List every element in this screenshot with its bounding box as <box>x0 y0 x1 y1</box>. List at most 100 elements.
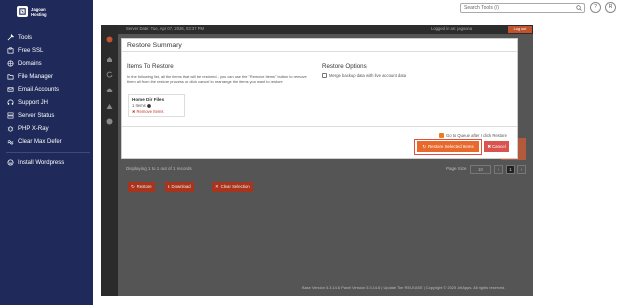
sidebar-item-label: File Manager <box>18 73 54 80</box>
wordpress-icon <box>6 159 14 167</box>
logo-text-2: Hosting <box>31 11 47 17</box>
restore-selected-label: Restore Selected Items <box>428 144 474 149</box>
page-size-select[interactable]: 10 <box>470 165 491 174</box>
logged-in-text: Logged in as: jagoana <box>431 26 473 31</box>
items-description: In the following list, all the items tha… <box>127 74 307 84</box>
sidebar-item-label: Support JH <box>18 99 49 106</box>
modal-title: Restore Summary <box>127 42 182 49</box>
email-icon <box>6 86 14 94</box>
server-icon <box>6 112 14 120</box>
ssl-icon <box>6 47 14 55</box>
sidebar-item-file-manager[interactable]: File Manager <box>6 70 90 83</box>
page-number: 1 <box>509 167 512 172</box>
logo-icon <box>17 6 28 17</box>
sidebar-item-label: Tools <box>18 34 33 41</box>
page-size-label: Page Size <box>446 166 467 171</box>
clear-selection-button[interactable]: ✕ Clear Selection <box>212 182 253 192</box>
card-count: 1 Items <box>132 103 151 108</box>
card-count-label: 1 Items <box>132 103 146 108</box>
page-current[interactable]: 1 <box>506 165 515 174</box>
sidebar-item-install-wordpress[interactable]: Install Wordpress <box>6 156 90 169</box>
search-placeholder: Search Tools (/) <box>464 5 499 11</box>
sidebar-item-server-status[interactable]: Server Status <box>6 109 90 122</box>
server-date: Server Date: Tue, Apr 07, 2026, 03:37 PM <box>126 26 204 31</box>
cpanel-header-strip: Server Date: Tue, Apr 07, 2026, 03:37 PM… <box>118 25 533 34</box>
remove-items-label: Remove Items <box>136 109 164 114</box>
sidebar-item-label: Domains <box>18 60 42 67</box>
merge-option[interactable]: Merge backup data with live account data <box>322 73 406 78</box>
sidebar-item-label: Server Status <box>18 112 55 119</box>
search-input[interactable]: Search Tools (/) <box>460 3 585 13</box>
sidebar-divider <box>6 152 90 153</box>
queue-label: Go to Queue after I click Restore <box>446 133 507 138</box>
restore-options-heading: Restore Options <box>322 63 367 70</box>
top-bar: Search Tools (/) ? R <box>93 0 624 15</box>
bug-icon <box>6 125 14 133</box>
cancel-button[interactable]: ✖ Cancel <box>484 141 509 152</box>
sidebar-item-free-ssl[interactable]: Free SSL <box>6 44 90 57</box>
question-icon[interactable] <box>146 103 151 108</box>
logo-text-1: Jagoan <box>31 6 46 12</box>
sidebar-item-support[interactable]: Support JH <box>6 96 90 109</box>
next-page-button[interactable]: › <box>517 165 526 174</box>
queue-checkbox[interactable] <box>439 133 444 138</box>
download-label: Download <box>171 184 191 189</box>
cancel-icon: ✖ <box>487 144 491 149</box>
support-icon <box>6 99 14 107</box>
modal-divider <box>122 126 517 127</box>
sidebar-item-label: Clear Max Defer <box>18 138 62 145</box>
sidebar-item-email-accounts[interactable]: Email Accounts <box>6 83 90 96</box>
restore-label: Restore <box>136 184 152 189</box>
restore-icon: ↻ <box>131 184 135 189</box>
help-button[interactable]: ? <box>590 2 601 13</box>
logout-button[interactable]: Log out <box>508 26 532 33</box>
clear-icon: ✕ <box>215 184 219 189</box>
merge-checkbox[interactable] <box>322 73 327 78</box>
brand-logo[interactable]: Jagoan Hosting <box>17 6 47 17</box>
clear-selection-label: Clear Selection <box>220 184 250 189</box>
warning-icon[interactable] <box>106 97 113 109</box>
sidebar-menu: Tools Free SSL Domains File Manager Emai… <box>6 31 90 169</box>
sidebar-item-label: Install Wordpress <box>18 159 65 166</box>
user-initial: R <box>608 4 613 10</box>
download-button[interactable]: ⭳ Download <box>165 182 194 192</box>
user-avatar[interactable]: R <box>605 2 616 13</box>
queue-option[interactable]: Go to Queue after I click Restore <box>439 133 507 138</box>
sidebar-item-clear-max-defer[interactable]: Clear Max Defer <box>6 135 90 148</box>
search-icon <box>576 5 582 11</box>
sidebar-item-label: Free SSL <box>18 47 44 54</box>
tools-icon <box>6 34 14 42</box>
merge-label: Merge backup data with live account data <box>329 73 407 78</box>
main-sidebar: Jagoan Hosting Tools Free SSL Domains Fi… <box>0 0 93 305</box>
remove-items-link[interactable]: ✖ Remove Items <box>132 109 164 114</box>
prev-page-button[interactable]: ‹ <box>494 165 503 174</box>
home-icon[interactable] <box>106 50 113 62</box>
sidebar-item-domains[interactable]: Domains <box>6 57 90 70</box>
restore-selected-icon: ↻ <box>422 144 427 149</box>
wave-icon <box>6 138 14 146</box>
restore-button[interactable]: ↻ Restore <box>128 182 155 192</box>
sidebar-item-label: PHP X-Ray <box>18 125 49 132</box>
globe-icon <box>6 60 14 68</box>
modal-header: Restore Summary <box>122 39 517 52</box>
info-icon[interactable] <box>106 112 113 125</box>
items-to-restore-heading: Items To Restore <box>127 63 174 70</box>
restore-item-card: Home Dir Files 1 Items ✖ Remove Items <box>128 94 185 117</box>
download-icon: ⭳ <box>168 184 170 189</box>
restore-summary-modal: Restore Summary Items To Restore In the … <box>121 38 518 159</box>
cloud-icon[interactable] <box>106 81 113 92</box>
records-count: Displaying 1 to 1 out of 1 records <box>126 166 192 171</box>
sidebar-item-php-xray[interactable]: PHP X-Ray <box>6 122 90 135</box>
remove-icon: ✖ <box>132 109 136 114</box>
version-footer: Base Version 5.3.14.6 Panel Version 5.3.… <box>302 285 506 290</box>
page-size-value: 10 <box>478 167 483 172</box>
sidebar-item-tools[interactable]: Tools <box>6 31 90 44</box>
card-title: Home Dir Files <box>132 97 165 102</box>
cancel-label: Cancel <box>492 144 506 149</box>
help-label: ? <box>594 4 597 10</box>
refresh-icon[interactable] <box>106 65 113 78</box>
cpanel-sidebar <box>101 25 118 296</box>
sidebar-item-label: Email Accounts <box>18 86 60 93</box>
cpanel-logo-icon[interactable] <box>106 30 113 43</box>
restore-selected-button[interactable]: ↻ Restore Selected Items <box>417 141 479 152</box>
